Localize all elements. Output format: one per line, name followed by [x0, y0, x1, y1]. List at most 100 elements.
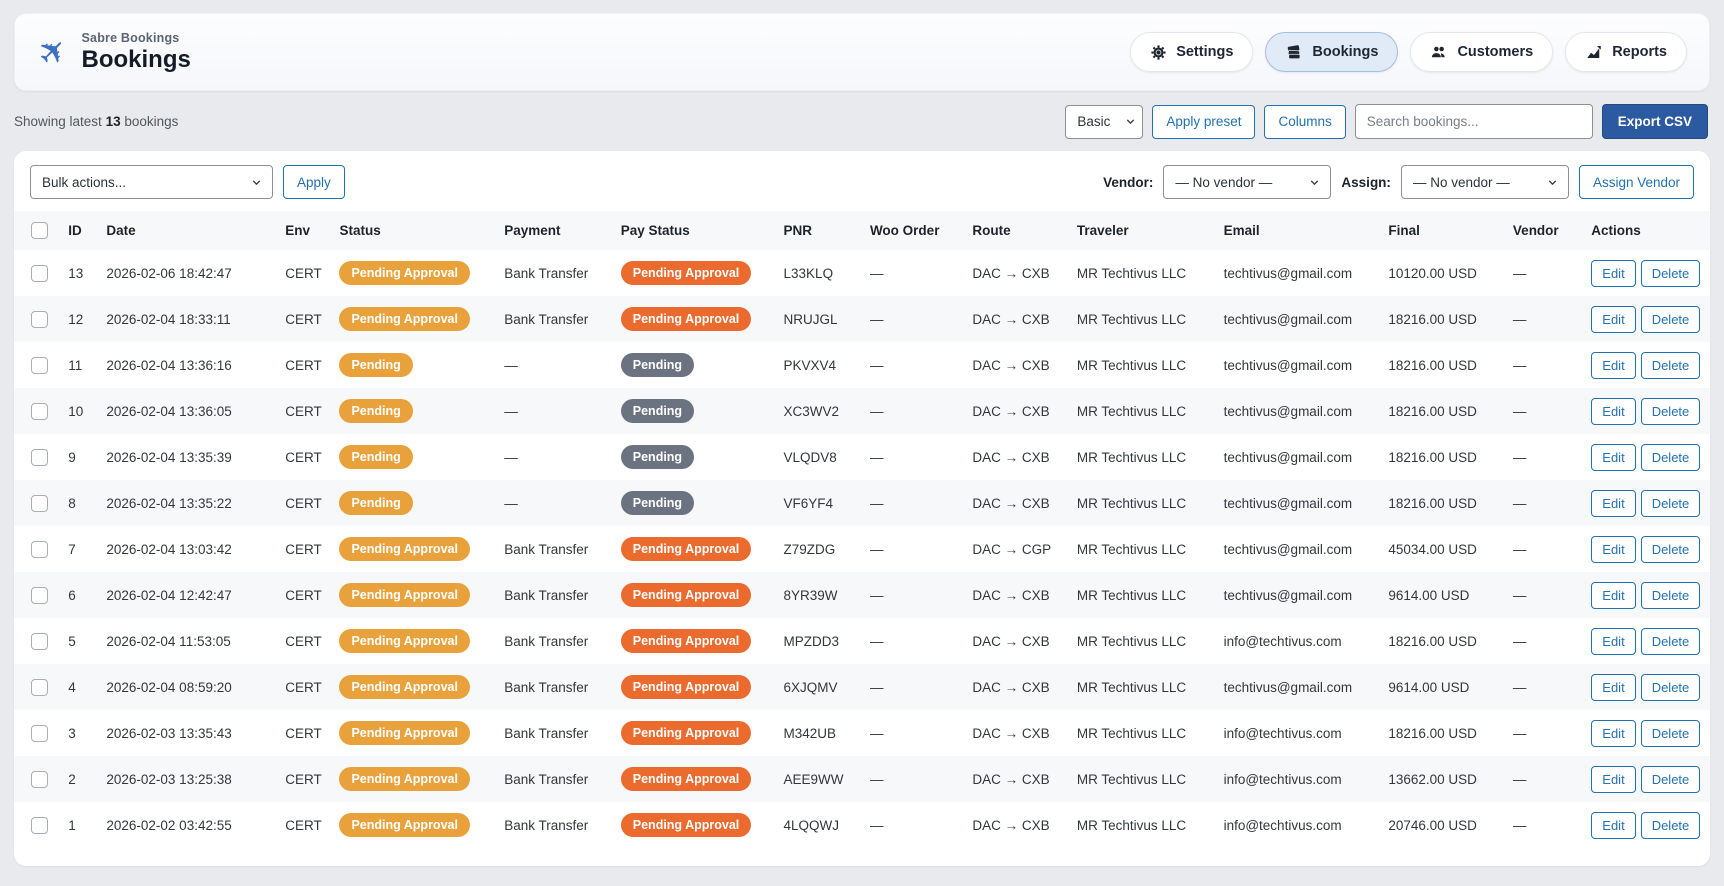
- row-checkbox[interactable]: [31, 356, 48, 374]
- row-checkbox[interactable]: [31, 494, 48, 512]
- cell-woo-order: —: [869, 633, 884, 649]
- cell-pnr: XC3WV2: [783, 403, 840, 419]
- tickets-icon: [1285, 43, 1303, 61]
- delete-button[interactable]: Delete: [1640, 535, 1701, 563]
- cell-vendor: —: [1512, 587, 1527, 603]
- col-pnr: PNR: [775, 211, 862, 250]
- row-checkbox[interactable]: [31, 402, 48, 420]
- cell-env: CERT: [285, 771, 322, 787]
- cell-id: 11: [68, 357, 83, 373]
- assign-vendor-button[interactable]: Assign Vendor: [1578, 165, 1694, 199]
- edit-button[interactable]: Edit: [1591, 673, 1636, 701]
- pay-status-badge: Pending Approval: [620, 583, 752, 607]
- edit-button[interactable]: Edit: [1591, 811, 1636, 839]
- cell-payment: Bank Transfer: [504, 679, 589, 695]
- table-row: 11 2026-02-04 13:36:16 CERT Pending — Pe…: [14, 342, 1710, 388]
- cell-traveler: MR Techtivus LLC: [1076, 495, 1187, 511]
- columns-button[interactable]: Columns: [1264, 104, 1346, 139]
- assign-vendor-select[interactable]: — No vendor —: [1400, 165, 1569, 199]
- cell-payment: —: [504, 449, 518, 465]
- delete-button[interactable]: Delete: [1640, 443, 1701, 471]
- edit-button[interactable]: Edit: [1591, 489, 1636, 517]
- delete-button[interactable]: Delete: [1640, 397, 1701, 425]
- edit-button[interactable]: Edit: [1591, 627, 1636, 655]
- edit-button[interactable]: Edit: [1591, 765, 1636, 793]
- delete-button[interactable]: Delete: [1640, 489, 1701, 517]
- delete-button[interactable]: Delete: [1640, 673, 1701, 701]
- cell-final: 18216.00 USD: [1388, 403, 1477, 419]
- cell-vendor: —: [1512, 541, 1527, 557]
- cell-pnr: Z79ZDG: [783, 541, 836, 557]
- cell-email: techtivus@gmail.com: [1223, 265, 1353, 281]
- edit-button[interactable]: Edit: [1591, 719, 1636, 747]
- delete-button[interactable]: Delete: [1640, 259, 1701, 287]
- bookings-table: ID Date Env Status Payment Pay Status PN…: [14, 211, 1710, 848]
- showing-count-text: Showing latest 13 bookings: [14, 114, 179, 129]
- edit-button[interactable]: Edit: [1591, 443, 1636, 471]
- row-checkbox[interactable]: [31, 310, 48, 328]
- table-row: 13 2026-02-06 18:42:47 CERT Pending Appr…: [14, 250, 1710, 296]
- pay-status-badge: Pending Approval: [620, 813, 752, 837]
- col-pay-status: Pay Status: [612, 211, 776, 250]
- status-badge: Pending: [339, 445, 413, 469]
- cell-env: CERT: [285, 725, 322, 741]
- row-checkbox[interactable]: [31, 540, 48, 558]
- row-checkbox[interactable]: [31, 586, 48, 604]
- apply-preset-button[interactable]: Apply preset: [1152, 104, 1256, 139]
- cell-env: CERT: [285, 265, 322, 281]
- row-checkbox[interactable]: [31, 816, 48, 834]
- nav-customers[interactable]: Customers: [1410, 32, 1554, 72]
- nav-settings[interactable]: Settings: [1130, 32, 1254, 72]
- delete-button[interactable]: Delete: [1640, 351, 1701, 379]
- status-badge: Pending Approval: [339, 261, 470, 285]
- edit-button[interactable]: Edit: [1591, 259, 1636, 287]
- cell-final: 18216.00 USD: [1388, 633, 1477, 649]
- delete-button[interactable]: Delete: [1640, 305, 1701, 333]
- cell-final: 9614.00 USD: [1388, 679, 1470, 695]
- delete-button[interactable]: Delete: [1640, 627, 1701, 655]
- cell-id: 13: [68, 265, 84, 281]
- cell-id: 6: [68, 587, 76, 603]
- vendor-filter-select[interactable]: — No vendor —: [1163, 165, 1332, 199]
- app-header: ✈ Sabre Bookings Bookings Settings Booki…: [14, 13, 1710, 91]
- bulk-apply-button[interactable]: Apply: [283, 165, 345, 199]
- select-all-checkbox[interactable]: [31, 222, 48, 239]
- cell-date: 2026-02-04 12:42:47: [106, 587, 232, 603]
- preset-select[interactable]: Basic: [1065, 104, 1144, 139]
- row-checkbox[interactable]: [31, 448, 48, 466]
- search-input[interactable]: [1354, 104, 1593, 139]
- row-checkbox[interactable]: [31, 632, 48, 650]
- delete-button[interactable]: Delete: [1640, 581, 1701, 609]
- table-row: 5 2026-02-04 11:53:05 CERT Pending Appro…: [14, 618, 1710, 664]
- cell-traveler: MR Techtivus LLC: [1076, 311, 1187, 327]
- edit-button[interactable]: Edit: [1591, 397, 1636, 425]
- row-checkbox[interactable]: [31, 724, 48, 742]
- cell-email: info@techtivus.com: [1223, 817, 1342, 833]
- delete-button[interactable]: Delete: [1640, 719, 1701, 747]
- nav-bookings[interactable]: Bookings: [1265, 32, 1399, 72]
- cell-pnr: PKVXV4: [783, 357, 837, 373]
- cell-id: 8: [68, 495, 76, 511]
- nav-reports[interactable]: Reports: [1565, 32, 1687, 72]
- cell-payment: Bank Transfer: [504, 541, 589, 557]
- delete-button[interactable]: Delete: [1640, 765, 1701, 793]
- edit-button[interactable]: Edit: [1591, 581, 1636, 609]
- edit-button[interactable]: Edit: [1591, 351, 1636, 379]
- cell-pnr: NRUJGL: [783, 311, 838, 327]
- edit-button[interactable]: Edit: [1591, 305, 1636, 333]
- row-checkbox[interactable]: [31, 678, 48, 696]
- col-final: Final: [1380, 211, 1505, 250]
- cell-env: CERT: [285, 403, 322, 419]
- col-route: Route: [964, 211, 1069, 250]
- cell-env: CERT: [285, 495, 322, 511]
- cell-pnr: 6XJQMV: [783, 679, 838, 695]
- bulk-actions-select[interactable]: Bulk actions...: [30, 165, 273, 199]
- row-checkbox[interactable]: [31, 770, 48, 788]
- cell-id: 3: [68, 725, 76, 741]
- row-checkbox[interactable]: [31, 264, 48, 282]
- cell-woo-order: —: [869, 265, 884, 281]
- delete-button[interactable]: Delete: [1640, 811, 1701, 839]
- cell-woo-order: —: [869, 725, 884, 741]
- export-csv-button[interactable]: Export CSV: [1601, 104, 1708, 139]
- edit-button[interactable]: Edit: [1591, 535, 1636, 563]
